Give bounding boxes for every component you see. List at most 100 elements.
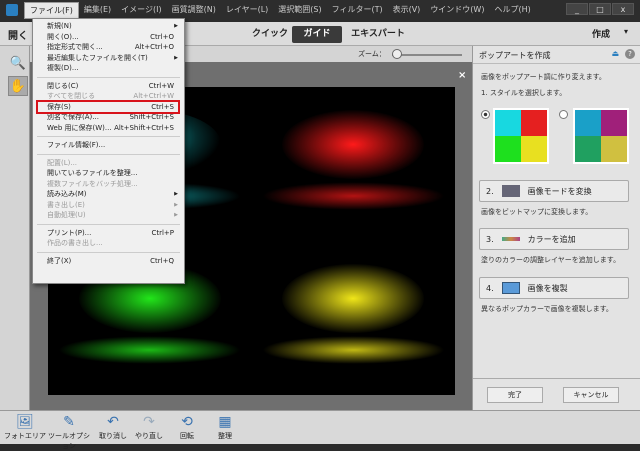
reset-icon[interactable]: ⏏ — [611, 49, 619, 58]
file-menu-item[interactable]: 開く(O)... Ctrl+O — [33, 32, 184, 43]
create-button[interactable]: 作成 — [592, 27, 610, 40]
file-menu-item[interactable]: プリント(P)... Ctrl+P — [33, 228, 184, 239]
file-menu-item[interactable]: ファイル情報(F)... — [33, 140, 184, 151]
menu-item-label: 自動処理(U) — [47, 211, 86, 219]
close-document-icon[interactable]: × — [458, 70, 466, 81]
photo-bin-button[interactable]: 🖼 フォトエリア — [4, 413, 46, 441]
menu-0[interactable]: ファイル(F) — [24, 1, 79, 19]
file-menu-dropdown: 新規(N) ▶ 開く(O)... Ctrl+O 指定形式で開く... Alt+Ctrl+O… — [32, 18, 185, 284]
menu-item-label: 指定形式で開く... — [47, 43, 103, 51]
menu-item-label: 開く(O)... — [47, 32, 79, 41]
submenu-arrow-icon: ▶ — [174, 54, 178, 61]
menu-9[interactable]: ヘルプ(H) — [489, 2, 535, 19]
menu-item-label: 書き出し(E) — [47, 200, 85, 209]
add-color-button[interactable]: 3. カラーを追加 — [479, 228, 629, 250]
menu-7[interactable]: 表示(V) — [388, 2, 426, 19]
hand-tool-icon[interactable]: ✋ — [8, 76, 28, 96]
duplicate-icon — [501, 282, 520, 294]
zoom-tool-icon[interactable]: 🔍 — [8, 54, 28, 74]
quadrant-red — [252, 87, 456, 241]
submenu-arrow-icon: ▶ — [174, 191, 178, 197]
close-window-button[interactable]: x — [612, 3, 634, 15]
file-menu-item: 作品の書き出し... — [33, 238, 184, 249]
app-icon[interactable] — [6, 4, 18, 16]
file-menu-item[interactable]: 新規(N) ▶ — [33, 21, 184, 32]
step3-desc: 塗りのカラーの調整レイヤーを追加します。 — [481, 256, 621, 264]
menu-3[interactable]: 画質調整(N) — [167, 2, 221, 19]
gradient-icon — [501, 237, 520, 241]
menu-item-shortcut: Alt+Ctrl+O — [134, 43, 174, 51]
menu-item-shortcut: Ctrl+Q — [150, 256, 174, 265]
save-highlight-box — [36, 100, 180, 114]
menu-item-label: 閉じる(C) — [47, 81, 79, 90]
style1-radio[interactable] — [481, 110, 490, 119]
tab-guide[interactable]: ガイド — [292, 26, 342, 43]
cancel-button[interactable]: キャンセル — [563, 387, 619, 403]
photo-bin-icon: 🖼 — [16, 414, 34, 430]
bottom-taskbar: 🖼 フォトエリア ✎ ツールオプション ↶ 取り消し ↷ やり直し ⟲ 回転 ▦ 整理 — [0, 410, 640, 450]
file-menu-item: 自動処理(U) ▶ — [33, 210, 184, 221]
file-menu-item[interactable]: 開いているファイルを整理... — [33, 168, 184, 179]
panel-footer: 完了 キャンセル — [473, 378, 640, 410]
convert-mode-button[interactable]: 2. 画像モードを変換 — [479, 180, 629, 202]
panel-title-text: ポップアートを作成 — [479, 51, 551, 60]
open-button[interactable]: 開く — [8, 27, 28, 42]
redo-icon: ↷ — [143, 414, 155, 430]
tool-options-button[interactable]: ✎ ツールオプション — [48, 413, 90, 451]
maximize-button[interactable]: □ — [589, 3, 611, 15]
menu-item-label: 配置(L)... — [47, 158, 78, 167]
step4-desc: 異なるポップカラーで画像を複製します。 — [481, 305, 613, 313]
minimize-button[interactable]: _ — [566, 3, 588, 15]
zoom-slider-track[interactable] — [392, 54, 462, 56]
file-menu-item[interactable]: 読み込み(M) ▶ — [33, 189, 184, 200]
menu-item-label: 最近編集したファイルを開く(T) — [47, 53, 148, 62]
menu-5[interactable]: 選択範囲(S) — [273, 2, 326, 19]
guide-panel: ポップアートを作成 ⏏ ? 画像をポップアート調に作り変えます。 1. スタイル… — [472, 46, 640, 410]
menu-separator — [37, 153, 180, 155]
menu-4[interactable]: レイヤー(L) — [221, 2, 273, 19]
menu-item-shortcut: Ctrl+P — [151, 228, 174, 237]
menu-item-label: 終了(X) — [47, 256, 72, 265]
tool-panel: 🔍 ✋ — [0, 46, 30, 410]
done-button[interactable]: 完了 — [487, 387, 543, 403]
file-menu-item[interactable]: Web 用に保存(W)... Alt+Shift+Ctrl+S — [33, 123, 184, 134]
menu-separator — [37, 251, 180, 253]
style2-thumbnail[interactable] — [573, 108, 629, 164]
file-menu-item[interactable]: 指定形式で開く... Alt+Ctrl+O — [33, 42, 184, 53]
menu-1[interactable]: 編集(E) — [79, 2, 116, 19]
menu-item-label: 複製(D)... — [47, 64, 79, 72]
duplicate-image-button[interactable]: 4. 画像を複製 — [479, 277, 629, 299]
menu-item-label: 作品の書き出し... — [47, 239, 103, 247]
file-menu-item[interactable]: 閉じる(C) Ctrl+W — [33, 81, 184, 92]
tab-expert[interactable]: エキスパート — [350, 26, 406, 43]
zoom-label: ズーム： — [358, 50, 386, 58]
menu-separator — [37, 223, 180, 225]
file-menu-item: 複数ファイルをバッチ処理... — [33, 179, 184, 190]
menu-item-label: ファイル情報(F)... — [47, 141, 106, 149]
menu-6[interactable]: フィルター(T) — [327, 2, 388, 19]
panel-title: ポップアートを作成 ⏏ ? — [473, 46, 640, 64]
menu-2[interactable]: イメージ(I) — [116, 2, 166, 19]
tool-options-icon: ✎ — [63, 414, 75, 430]
menu-item-label: 開いているファイルを整理... — [47, 169, 138, 177]
menu-item-label: プリント(P)... — [47, 228, 92, 237]
file-menu-item: 配置(L)... — [33, 158, 184, 169]
style1-thumbnail[interactable] — [493, 108, 549, 164]
style2-radio[interactable] — [559, 110, 568, 119]
chevron-down-icon[interactable]: ▾ — [624, 27, 628, 36]
file-menu-item[interactable]: 終了(X) Ctrl+Q — [33, 256, 184, 267]
file-menu-item[interactable]: 最近編集したファイルを開く(T) ▶ — [33, 53, 184, 64]
menu-bar: ファイル(F) 編集(E) イメージ(I) 画質調整(N) レイヤー(L) 選択範囲(S)… — [0, 0, 640, 20]
help-icon[interactable]: ? — [625, 49, 635, 59]
zoom-slider-handle[interactable] — [392, 49, 402, 59]
rotate-button[interactable]: ⟲ 回転 — [166, 413, 208, 441]
menu-item-label: 読み込み(M) — [47, 190, 87, 198]
file-menu-item[interactable]: 複製(D)... — [33, 63, 184, 74]
image-mode-icon — [501, 185, 520, 197]
menu-item-label: Web 用に保存(W)... — [47, 123, 112, 132]
redo-button[interactable]: ↷ やり直し — [128, 413, 170, 441]
organize-icon: ▦ — [218, 414, 232, 430]
tab-quick[interactable]: クイック — [250, 26, 290, 43]
menu-8[interactable]: ウインドウ(W) — [425, 2, 489, 19]
organize-button[interactable]: ▦ 整理 — [204, 413, 246, 441]
